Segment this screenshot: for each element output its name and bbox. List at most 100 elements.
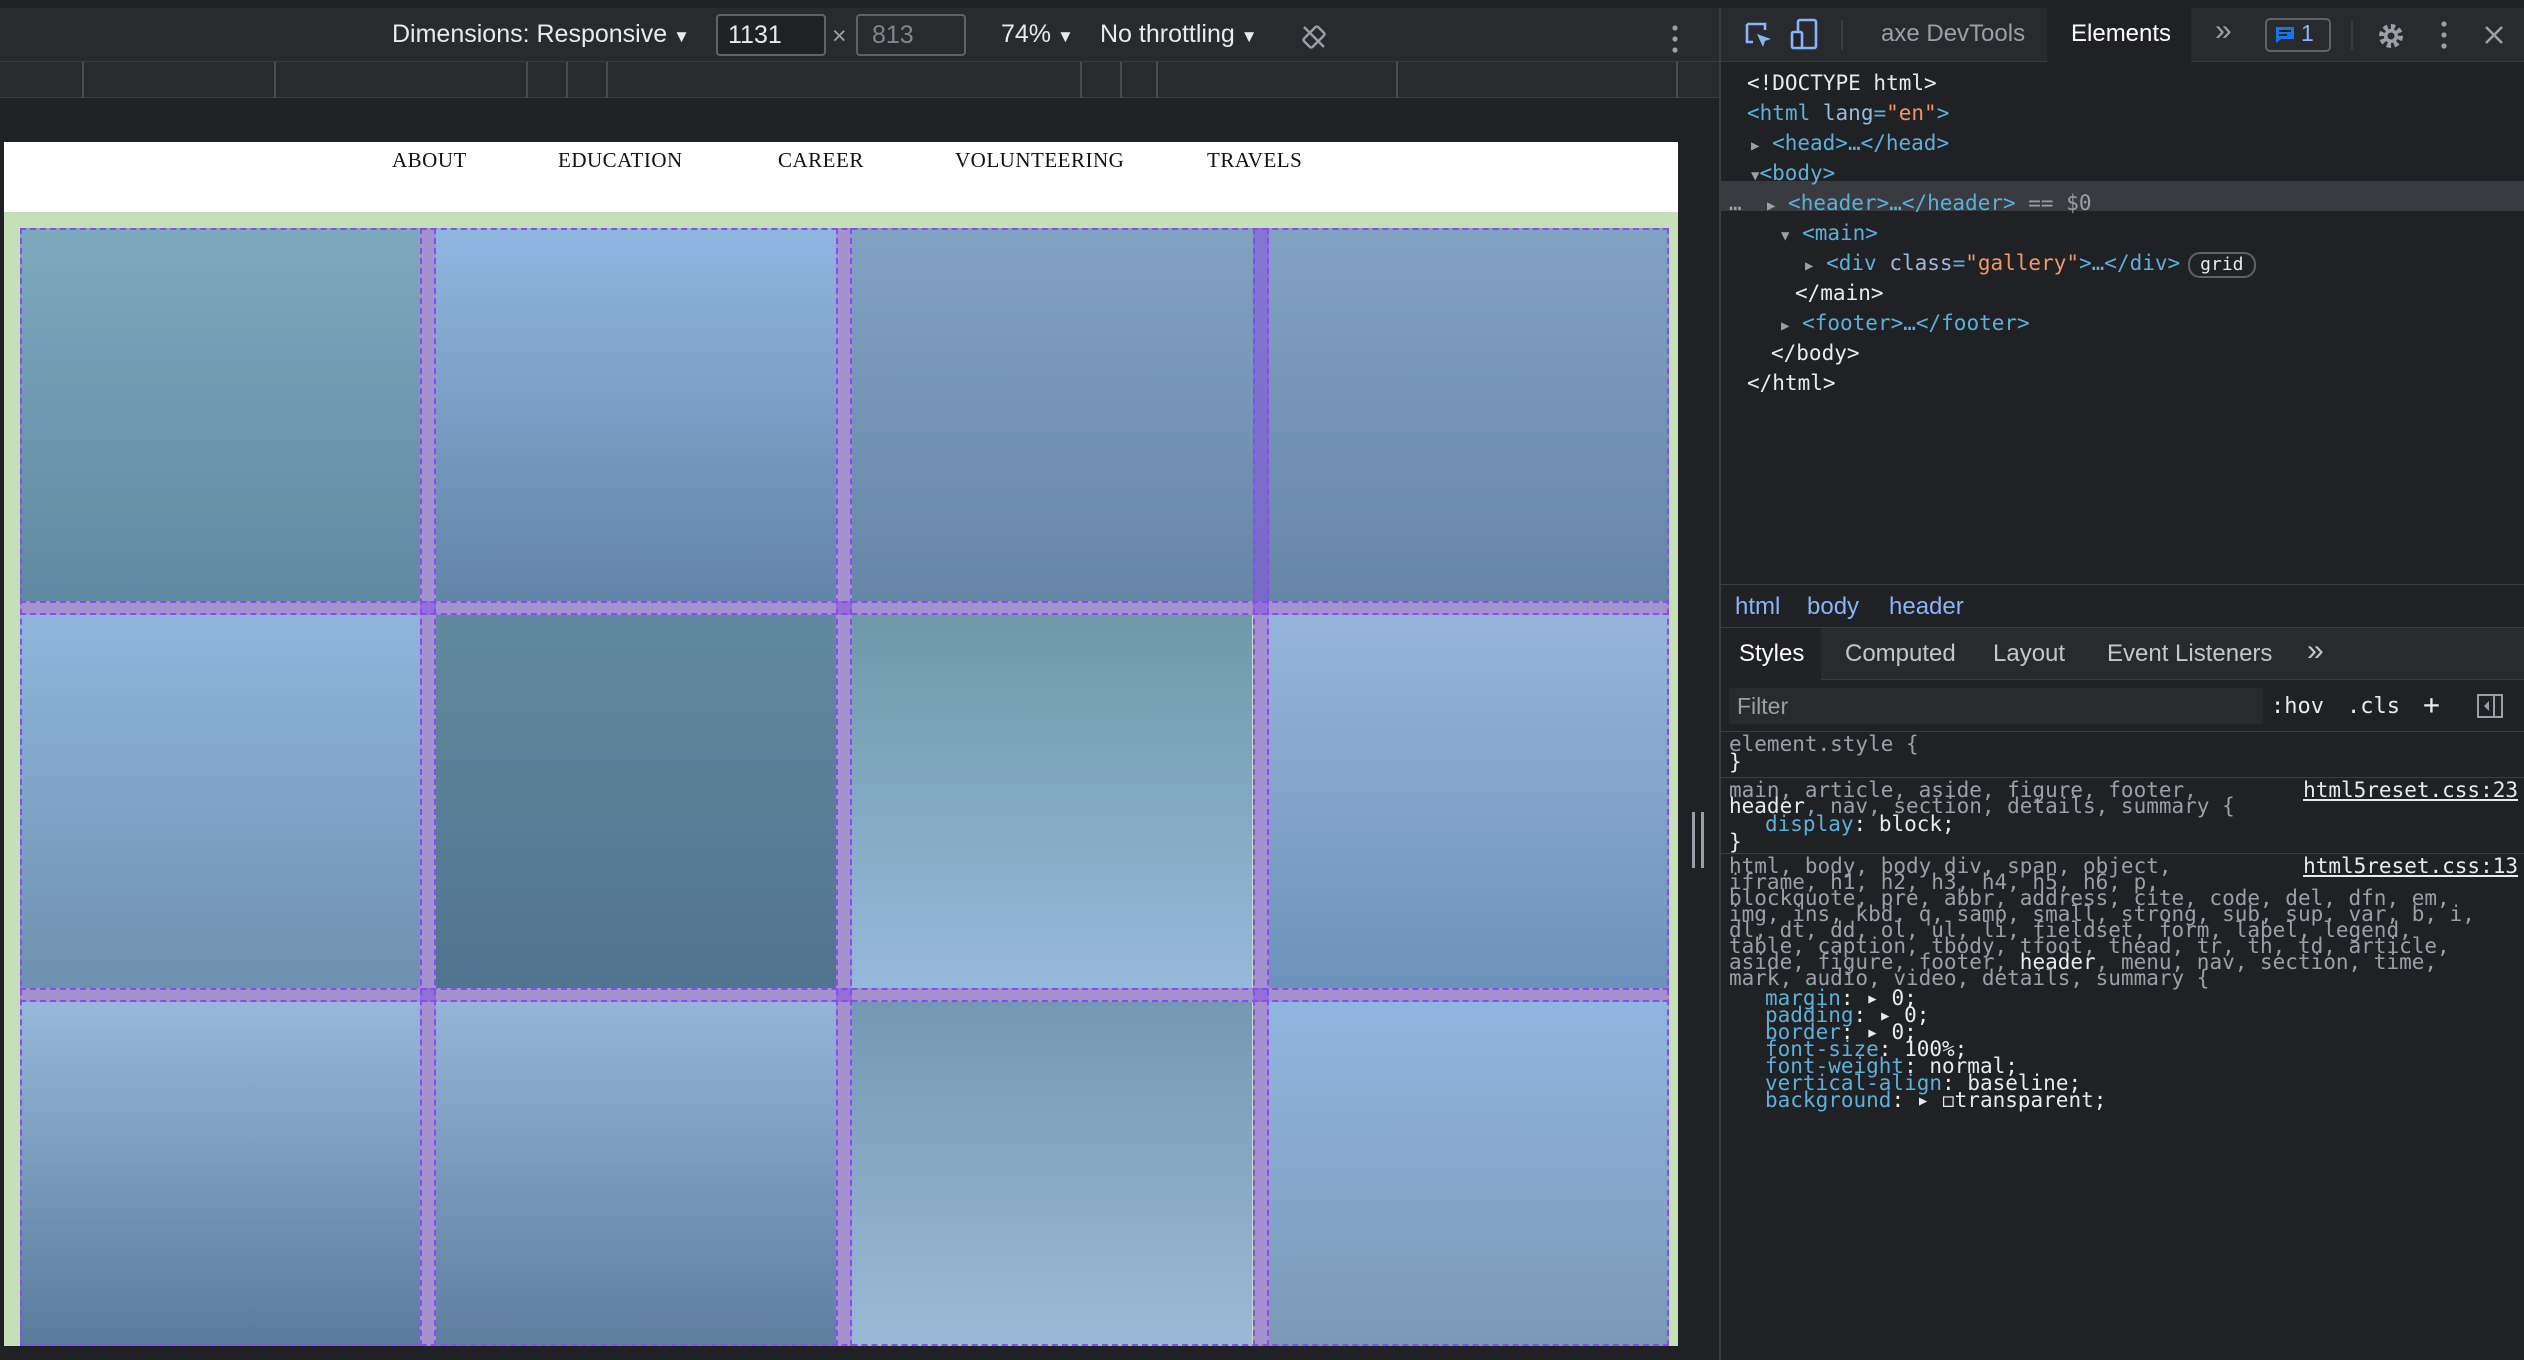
grid-row-gap <box>20 988 1669 1002</box>
element-style-selector: element.style { <box>1729 732 1919 756</box>
gallery-photo[interactable] <box>1269 615 1669 988</box>
rotate-icon[interactable] <box>1301 24 1327 50</box>
gallery-photo[interactable] <box>20 615 420 988</box>
declaration-background[interactable]: background: ▸ ◻transparent; <box>1765 1090 2106 1111</box>
styles-filter-input[interactable] <box>1729 688 2263 724</box>
tab-computed[interactable]: Computed <box>1845 640 1956 668</box>
gallery-photo[interactable] <box>20 1002 420 1346</box>
class-toggle[interactable]: .cls <box>2347 694 2400 719</box>
gallery-photo[interactable] <box>852 615 1252 988</box>
styles-filter-bar: :hov .cls + <box>1721 680 2524 732</box>
dom-doctype: <!DOCTYPE html> <box>1747 71 1937 95</box>
rule1-source-link[interactable]: html5reset.css:23 <box>2303 780 2518 801</box>
media-query-segment[interactable] <box>568 62 608 98</box>
dom-body-close[interactable]: </body> <box>1771 338 1860 368</box>
dom-footer[interactable]: ▶ <footer>…</footer> <box>1781 308 2030 341</box>
element-style-rule[interactable]: element.style { } <box>1721 732 2524 778</box>
rule1-declaration[interactable]: display: block; <box>1765 814 1955 835</box>
media-query-segment[interactable] <box>84 62 276 98</box>
resize-handle[interactable] <box>1692 812 1704 868</box>
more-options-icon[interactable] <box>2439 20 2449 50</box>
gallery-photo[interactable] <box>1269 1002 1669 1346</box>
gallery-photo[interactable] <box>852 1002 1252 1346</box>
nav-link-career[interactable]: CAREER <box>778 148 864 173</box>
new-rule-plus-icon[interactable]: + <box>2423 688 2440 721</box>
grid-column-gap <box>836 228 852 1346</box>
dom-header[interactable]: … ▶ <header>…</header> == $0 <box>1729 188 2092 221</box>
grid-row-gap <box>20 601 1669 615</box>
dimensions-dropdown[interactable]: Dimensions: Responsive ▼ <box>392 20 690 49</box>
hover-state-toggle[interactable]: :hov <box>2271 694 2324 719</box>
grid-column-gap <box>420 228 436 1346</box>
dom-main-open[interactable]: ▼ <main> <box>1781 218 1878 251</box>
issues-count: 1 <box>2301 20 2314 46</box>
dom-html-open[interactable]: <html lang="en"> <box>1747 98 1949 128</box>
media-query-bar[interactable] <box>0 62 1719 98</box>
device-toolbar-icon[interactable] <box>1789 18 1821 52</box>
styles-subtabs: Styles Computed Layout Event Listeners » <box>1721 628 2524 680</box>
device-toolbar: Dimensions: Responsive ▼ × 74% ▼ No thrott… <box>0 8 1719 62</box>
inspect-element-icon[interactable] <box>1743 20 1775 52</box>
tab-styles[interactable]: Styles <box>1739 640 1804 668</box>
nav-link-about[interactable]: ABOUT <box>392 148 467 173</box>
media-query-segment[interactable] <box>276 62 528 98</box>
tab-axe-devtools[interactable]: axe DevTools <box>1881 20 2025 48</box>
chevron-down-icon: ▼ <box>1057 27 1074 46</box>
dom-head[interactable]: ▶ <head>…</head> <box>1751 128 1949 161</box>
dom-tree: <!DOCTYPE html> <html lang="en"> ▶ <head… <box>1721 64 2524 584</box>
gallery-photo[interactable] <box>436 615 836 988</box>
html5reset-block-rule[interactable]: main, article, aside, figure, footer, he… <box>1721 780 2524 854</box>
zoom-dropdown[interactable]: 74% ▼ <box>1001 20 1074 49</box>
styles-pane: element.style { } main, article, aside, … <box>1721 732 2524 1360</box>
devtools-tabbar: axe DevTools Elements » 1 <box>1721 8 2524 62</box>
times-icon: × <box>832 22 847 50</box>
tab-elements-label: Elements <box>2071 20 2172 47</box>
media-query-segment[interactable] <box>608 62 1082 98</box>
more-options-icon[interactable] <box>1670 24 1680 54</box>
message-icon <box>2276 27 2294 43</box>
dimensions-label: Dimensions: Responsive <box>392 20 668 48</box>
grid-badge[interactable]: grid <box>2188 252 2256 278</box>
media-query-segment[interactable] <box>1082 62 1122 98</box>
media-query-segment[interactable] <box>0 62 84 98</box>
rule2-source-link[interactable]: html5reset.css:13 <box>2303 856 2518 877</box>
breadcrumb-body[interactable]: body <box>1807 593 1859 621</box>
zoom-label: 74% <box>1001 20 1052 48</box>
dom-main-close[interactable]: </main> <box>1795 278 1884 308</box>
grid-column-gap <box>1253 228 1269 1346</box>
nav-link-education[interactable]: EDUCATION <box>558 148 683 173</box>
nav-link-travels[interactable]: TRAVELS <box>1207 148 1302 173</box>
media-query-segment[interactable] <box>528 62 568 98</box>
settings-gear-icon[interactable] <box>2375 20 2407 52</box>
media-query-segment[interactable] <box>1398 62 1678 98</box>
dom-body-open[interactable]: ▼<body> <box>1751 158 1835 191</box>
more-tabs-icon[interactable]: » <box>2215 14 2232 48</box>
tab-event-listeners[interactable]: Event Listeners <box>2107 640 2272 668</box>
chevron-down-icon: ▼ <box>673 27 690 46</box>
rule-close-brace: } <box>1729 750 1742 774</box>
rule-close-brace: } <box>1729 830 1742 854</box>
throttling-dropdown[interactable]: No throttling ▼ <box>1100 20 1258 49</box>
gallery-photo[interactable] <box>436 228 836 601</box>
breadcrumb-html[interactable]: html <box>1735 593 1780 621</box>
more-subtabs-icon[interactable]: » <box>2307 634 2324 668</box>
gallery-photo[interactable] <box>20 228 420 601</box>
sidebar-toggle-icon[interactable] <box>2477 694 2503 718</box>
height-input[interactable] <box>856 14 966 56</box>
close-icon[interactable] <box>2483 24 2505 46</box>
tab-layout[interactable]: Layout <box>1993 640 2065 668</box>
gallery-photo[interactable] <box>436 1002 836 1346</box>
rule2-selector-line: mark, audio, video, details, summary { <box>1729 966 2210 990</box>
dom-gallery-div[interactable]: ▶ <div class="gallery">…</div> grid <box>1805 248 2256 281</box>
gallery-grid <box>20 228 1669 1346</box>
chevron-down-icon: ▼ <box>1240 27 1258 46</box>
rendered-page: ABOUT EDUCATION CAREER VOLUNTEERING TRAV… <box>4 142 1678 1346</box>
breadcrumb-header[interactable]: header <box>1889 593 1964 621</box>
nav-link-volunteering[interactable]: VOLUNTEERING <box>955 148 1124 173</box>
dom-html-close[interactable]: </html> <box>1747 368 1836 398</box>
media-query-segment[interactable] <box>1158 62 1398 98</box>
media-query-segment[interactable] <box>1122 62 1158 98</box>
width-input[interactable] <box>716 14 826 56</box>
html5reset-reset-rule[interactable]: html, body, body div, span, object, ifra… <box>1721 856 2524 1360</box>
breadcrumb: html body header <box>1721 584 2524 628</box>
